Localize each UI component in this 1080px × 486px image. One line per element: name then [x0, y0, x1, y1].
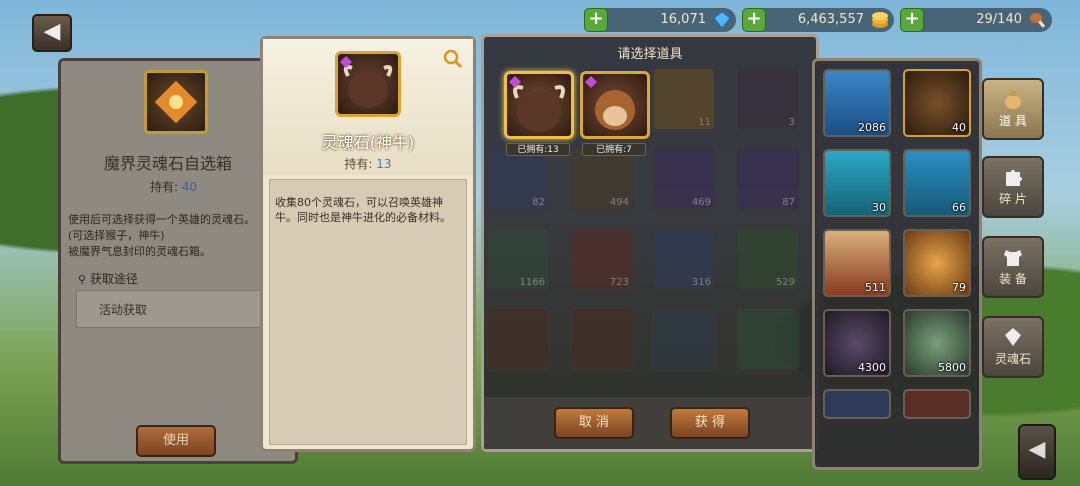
- inventory-panel: 2086 40 30 66 511 79 4300 5800: [812, 58, 982, 470]
- inventory-slot[interactable]: 66: [903, 149, 971, 217]
- puzzle-icon: [1006, 170, 1022, 186]
- inventory-slot[interactable]: 2086: [823, 69, 891, 137]
- inventory-slot[interactable]: 30: [823, 149, 891, 217]
- tab-items[interactable]: 道 具: [982, 78, 1044, 140]
- bg-item-slot: [652, 307, 716, 371]
- soulstone-title: 灵魂石(神牛): [321, 133, 415, 152]
- use-button[interactable]: 使用: [136, 425, 216, 457]
- bag-icon: [1005, 91, 1021, 109]
- arrow-left-icon: ◀: [1028, 437, 1046, 462]
- monkey-hero-icon: [585, 76, 635, 130]
- acquire-route-title: ⚲ 获取途径: [78, 272, 138, 286]
- search-icon: ⚲: [78, 273, 87, 286]
- collapse-arrow-button[interactable]: ◀: [1018, 424, 1056, 480]
- owned-count-monkey: 已拥有:7: [582, 143, 646, 156]
- inventory-slot[interactable]: [823, 389, 891, 419]
- inventory-slot[interactable]: 511: [823, 229, 891, 297]
- bg-item-slot: [486, 307, 550, 371]
- add-diamond-button[interactable]: +: [584, 8, 608, 32]
- inventory-slot[interactable]: 4300: [823, 309, 891, 377]
- bg-item-slot: [570, 307, 634, 371]
- stamina-counter: + 29/140: [900, 8, 1052, 32]
- diamond-counter: + 16,071: [584, 8, 736, 32]
- magnifier-icon[interactable]: [443, 49, 463, 69]
- dialog-footer: [484, 397, 816, 449]
- bg-item-slot: 469: [652, 147, 716, 211]
- add-gold-button[interactable]: +: [742, 8, 766, 32]
- inventory-slot[interactable]: 40: [903, 69, 971, 137]
- bg-item-slot: 82: [486, 147, 550, 211]
- choice-monkey[interactable]: [580, 71, 650, 139]
- diamond-icon: [713, 11, 731, 29]
- owned-count-minotaur: 已拥有:13: [506, 143, 570, 156]
- armor-icon: [1004, 250, 1022, 266]
- soulstone-hold: 持有: 13: [344, 157, 392, 171]
- obtain-button[interactable]: 获 得: [670, 407, 750, 439]
- inventory-slot[interactable]: 5800: [903, 309, 971, 377]
- dialog-title: 请选择道具: [617, 47, 683, 62]
- inventory-slot[interactable]: 79: [903, 229, 971, 297]
- bg-item-slot: 87: [736, 147, 800, 211]
- soulstone-info-panel: 灵魂石(神牛) 持有: 13 收集80个灵魂石，可以召唤英雄神牛。同时也是神牛进…: [260, 36, 476, 452]
- tab-fragments[interactable]: 碎 片: [982, 156, 1044, 218]
- soulstone-description: 收集80个灵魂石，可以召唤英雄神牛。同时也是神牛进化的必备材料。: [275, 196, 451, 224]
- gold-counter: + 6,463,557: [742, 8, 894, 32]
- chest-hold: 持有: 40: [150, 180, 198, 194]
- choice-minotaur[interactable]: [504, 71, 574, 139]
- soulstone-icon: [1005, 328, 1021, 346]
- chest-title: 魔界灵魂石自选箱: [104, 154, 233, 173]
- acquire-route-item[interactable]: 活动获取: [76, 290, 276, 328]
- back-arrow-icon: ◀: [43, 19, 61, 44]
- cancel-button[interactable]: 取 消: [554, 407, 634, 439]
- soulstone-chest-icon: [144, 70, 208, 134]
- bg-item-slot: 11: [652, 67, 716, 131]
- tab-equipment[interactable]: 装 备: [982, 236, 1044, 298]
- minotaur-hero-icon: [509, 76, 565, 132]
- bg-item-slot: 3: [736, 67, 800, 131]
- minotaur-soulstone-icon: [335, 51, 401, 117]
- stamina-value: 29/140: [976, 12, 1022, 27]
- add-stamina-button[interactable]: +: [900, 8, 924, 32]
- bg-item-slot: [736, 307, 800, 371]
- bg-item-slot: 494: [570, 147, 634, 211]
- drumstick-icon: [1030, 13, 1046, 28]
- back-button[interactable]: ◀: [32, 14, 72, 52]
- bg-item-slot: 316: [652, 227, 716, 291]
- bg-item-slot: 529: [736, 227, 800, 291]
- chest-description: 使用后可选择获得一个英雄的灵魂石。(可选择猴子，神牛) 被魔界气息封印的灵魂石箱…: [68, 213, 255, 258]
- bg-item-slot: 1166: [486, 227, 550, 291]
- select-item-dialog: 请选择道具 11 3 82 494 469 87 1166 723 316 52…: [481, 34, 819, 452]
- tab-soulstones[interactable]: 灵魂石: [982, 316, 1044, 378]
- inventory-slot[interactable]: [903, 389, 971, 419]
- gold-coins-icon: [872, 12, 888, 28]
- gold-value: 6,463,557: [797, 12, 864, 27]
- bg-item-slot: 723: [570, 227, 634, 291]
- diamond-value: 16,071: [660, 12, 707, 27]
